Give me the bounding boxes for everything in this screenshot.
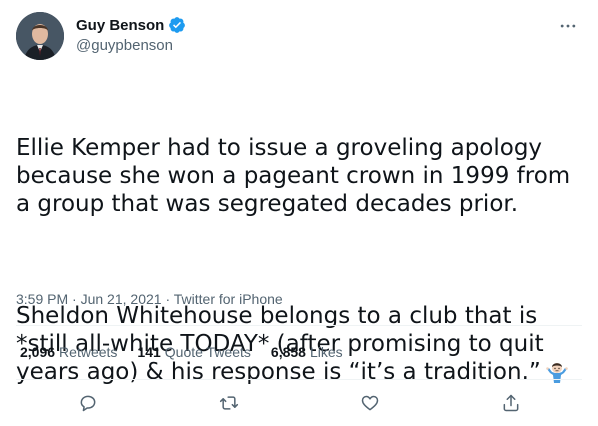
tweet-stats: 2,096 Retweets 141 Quote Tweets 6,858 Li… <box>20 344 343 360</box>
tweet-date: Jun 21, 2021 <box>80 291 162 307</box>
quote-tweets-count: 141 <box>137 344 161 360</box>
tweet-source-link[interactable]: Twitter for iPhone <box>174 291 283 307</box>
tweet-time: 3:59 PM <box>16 291 69 307</box>
tweet-time-link[interactable]: 3:59 PM · Jun 21, 2021 <box>16 291 162 307</box>
quote-tweets-stat[interactable]: 141 Quote Tweets <box>137 344 251 360</box>
tweet-paragraph-1: Ellie Kemper had to issue a groveling ap… <box>16 135 578 217</box>
likes-stat[interactable]: 6,858 Likes <box>271 344 343 360</box>
reply-button[interactable] <box>75 390 101 416</box>
retweet-button[interactable] <box>216 390 242 416</box>
quote-tweets-label: Quote Tweets <box>164 344 251 360</box>
share-button[interactable] <box>498 390 524 416</box>
share-icon <box>503 394 519 412</box>
like-button[interactable] <box>357 390 383 416</box>
likes-label: Likes <box>309 344 343 360</box>
tweet-meta: 3:59 PM · Jun 21, 2021 · Twitter for iPh… <box>16 291 283 307</box>
retweets-stat[interactable]: 2,096 Retweets <box>20 344 117 360</box>
name-row: Guy Benson <box>76 16 186 34</box>
more-horizontal-icon <box>560 24 576 28</box>
like-icon <box>361 395 379 411</box>
meta-separator: · <box>161 291 174 307</box>
tweet-card: Guy Benson @guypbenson Ellie Kemper had … <box>0 0 598 426</box>
retweets-count: 2,096 <box>20 344 56 360</box>
verified-badge-icon <box>168 16 186 34</box>
likes-count: 6,858 <box>270 344 306 360</box>
avatar[interactable] <box>16 12 64 60</box>
user-handle[interactable]: @guypbenson <box>76 37 173 54</box>
more-options-button[interactable] <box>556 14 580 38</box>
tweet-text: Ellie Kemper had to issue a groveling ap… <box>16 78 582 426</box>
meta-separator: · <box>68 291 81 307</box>
reply-icon <box>80 395 96 412</box>
tweet-actions <box>0 386 598 420</box>
divider <box>16 379 582 380</box>
divider <box>16 325 582 326</box>
display-name[interactable]: Guy Benson <box>76 17 164 34</box>
retweet-icon <box>219 396 239 410</box>
retweets-label: Retweets <box>59 344 118 360</box>
